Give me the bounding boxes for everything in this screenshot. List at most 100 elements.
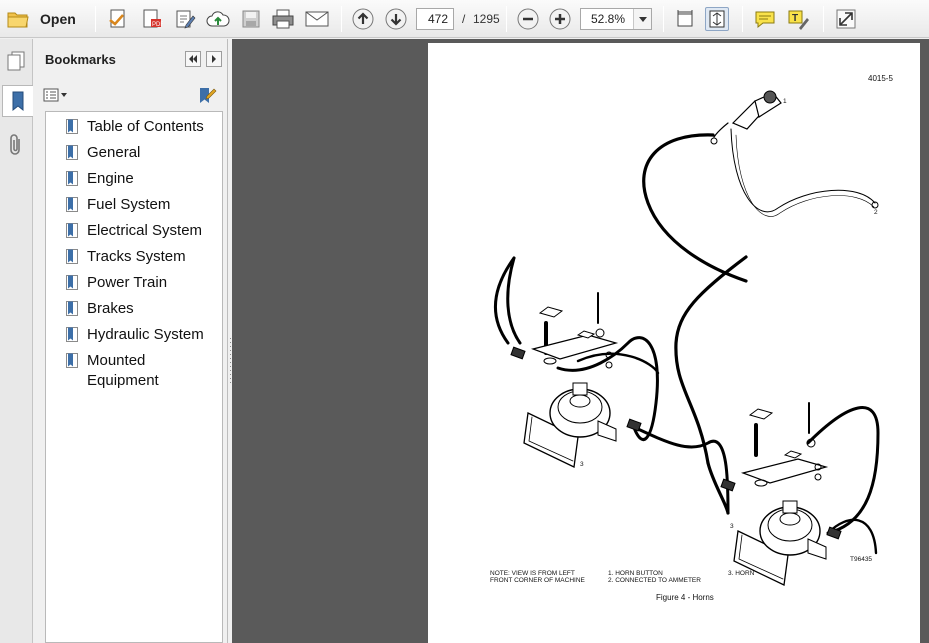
- bookmarks-panel-button[interactable]: [2, 85, 33, 117]
- bookmark-item[interactable]: Table of Contents: [46, 115, 222, 141]
- email-button[interactable]: [305, 7, 329, 31]
- bookmark-label[interactable]: Brakes: [87, 299, 219, 319]
- panel-title: Bookmarks: [45, 52, 116, 67]
- bookmarks-tree: Table of Contents General Engine Fuel Sy…: [45, 111, 223, 643]
- bookmark-icon: [66, 249, 78, 264]
- collapse-panel-button[interactable]: [185, 51, 201, 67]
- zoom-out-button[interactable]: [516, 7, 540, 31]
- expand-button[interactable]: [834, 7, 858, 31]
- page-code: 4015-5: [868, 74, 893, 83]
- highlight-button[interactable]: T: [786, 7, 810, 31]
- zoom-select[interactable]: 52.8%: [580, 8, 652, 30]
- zoom-out-icon: [517, 8, 539, 30]
- page-number-input[interactable]: 472: [416, 8, 454, 30]
- collapse-right-icon: [212, 55, 216, 63]
- page-separator: /: [462, 12, 466, 26]
- open-label[interactable]: Open: [40, 11, 76, 27]
- bookmark-label[interactable]: Power Train: [87, 273, 219, 293]
- callout-number: 3: [580, 461, 584, 468]
- drawing-number: T96435: [850, 556, 873, 563]
- export-pdf-icon: PDF: [143, 9, 163, 28]
- zoom-dropdown-button[interactable]: [633, 9, 651, 29]
- bookmark-label[interactable]: General: [87, 143, 219, 163]
- folder-icon: [7, 12, 29, 28]
- bookmark-item[interactable]: Tracks System: [46, 245, 222, 271]
- bookmark-icon: [66, 197, 78, 212]
- bookmark-icon: [66, 327, 78, 342]
- toolbar-divider: [742, 6, 743, 32]
- legend-item: 1. HORN BUTTON: [608, 570, 663, 577]
- bookmark-label[interactable]: Fuel System: [87, 195, 219, 215]
- fit-width-button[interactable]: [673, 7, 697, 31]
- bookmark-icon: [66, 119, 78, 134]
- print-button[interactable]: [271, 7, 295, 31]
- attachments-button[interactable]: [2, 129, 30, 161]
- upload-button[interactable]: [206, 7, 230, 31]
- legend-item: 3. HORN: [728, 570, 755, 577]
- export-pdf-button[interactable]: PDF: [140, 7, 164, 31]
- toolbar-divider: [823, 6, 824, 32]
- legend-item: 2. CONNECTED TO AMMETER: [608, 577, 701, 584]
- upload-icon: [206, 11, 230, 27]
- bookmark-label[interactable]: Tracks System: [87, 247, 219, 267]
- bookmark-icon: [12, 91, 24, 112]
- chevron-down-icon: [638, 16, 647, 22]
- toolbar-divider: [506, 6, 507, 32]
- fit-width-icon: [677, 10, 693, 27]
- note-line: NOTE: VIEW IS FROM LEFT: [490, 570, 575, 577]
- collapse-left-icon: [189, 55, 197, 63]
- next-page-button[interactable]: [384, 7, 408, 31]
- bookmark-tool-button[interactable]: [197, 87, 217, 105]
- toolbar-divider: [341, 6, 342, 32]
- expand-panel-button[interactable]: [206, 51, 222, 67]
- bookmark-label[interactable]: Mounted Equipment: [87, 351, 219, 391]
- pages-icon: [7, 51, 25, 71]
- highlight-icon: T: [788, 10, 809, 30]
- fit-page-button[interactable]: [705, 7, 729, 31]
- zoom-in-button[interactable]: [548, 7, 572, 31]
- page-thumbnails-button[interactable]: [2, 45, 30, 77]
- create-pdf-icon: [109, 9, 125, 28]
- bookmark-label[interactable]: Hydraulic System: [87, 325, 219, 345]
- previous-page-button[interactable]: [351, 7, 375, 31]
- zoom-value[interactable]: 52.8%: [581, 9, 631, 29]
- bookmark-item[interactable]: Engine: [46, 167, 222, 193]
- edit-pdf-button[interactable]: [173, 7, 197, 31]
- bookmark-item[interactable]: Fuel System: [46, 193, 222, 219]
- bookmark-item[interactable]: Mounted Equipment: [46, 349, 222, 393]
- bookmark-icon: [66, 301, 78, 316]
- document-viewport[interactable]: 4015-5 1 2 3 3 T96435 NOTE: VIEW IS FROM…: [232, 39, 929, 643]
- options-menu-button[interactable]: [43, 87, 69, 103]
- open-button[interactable]: [6, 7, 30, 31]
- arrow-up-icon: [352, 8, 374, 30]
- bookmark-item[interactable]: Hydraulic System: [46, 323, 222, 349]
- navigation-rail: [0, 39, 33, 643]
- horn-wiring-diagram: [493, 90, 880, 586]
- bookmark-item[interactable]: General: [46, 141, 222, 167]
- callout-number: 2: [874, 209, 878, 216]
- page-total: 1295: [473, 12, 500, 26]
- bookmark-icon: [66, 223, 78, 238]
- save-button[interactable]: [239, 7, 263, 31]
- callout-number: 1: [783, 98, 787, 105]
- bookmark-icon: [66, 171, 78, 186]
- bookmark-icon: [66, 145, 78, 160]
- options-icon: [43, 88, 67, 102]
- bookmarks-panel: Bookmarks Table of Contents General Engi…: [33, 39, 228, 643]
- bookmark-label[interactable]: Table of Contents: [87, 117, 219, 137]
- bookmark-label[interactable]: Electrical System: [87, 221, 219, 241]
- comment-button[interactable]: [753, 7, 777, 31]
- figure-note: NOTE: VIEW IS FROM LEFT FRONT CORNER OF …: [490, 570, 610, 584]
- bookmark-label[interactable]: Engine: [87, 169, 219, 189]
- svg-text:PDF: PDF: [152, 22, 163, 28]
- bookmark-tool-icon: [200, 88, 217, 103]
- svg-text:T: T: [792, 13, 798, 24]
- bookmark-item[interactable]: Power Train: [46, 271, 222, 297]
- toolbar-divider: [95, 6, 96, 32]
- note-line: FRONT CORNER OF MACHINE: [490, 577, 585, 584]
- bookmark-item[interactable]: Electrical System: [46, 219, 222, 245]
- bookmark-item[interactable]: Brakes: [46, 297, 222, 323]
- edit-pdf-icon: [176, 10, 196, 29]
- print-icon: [272, 9, 294, 29]
- create-pdf-button[interactable]: [106, 7, 130, 31]
